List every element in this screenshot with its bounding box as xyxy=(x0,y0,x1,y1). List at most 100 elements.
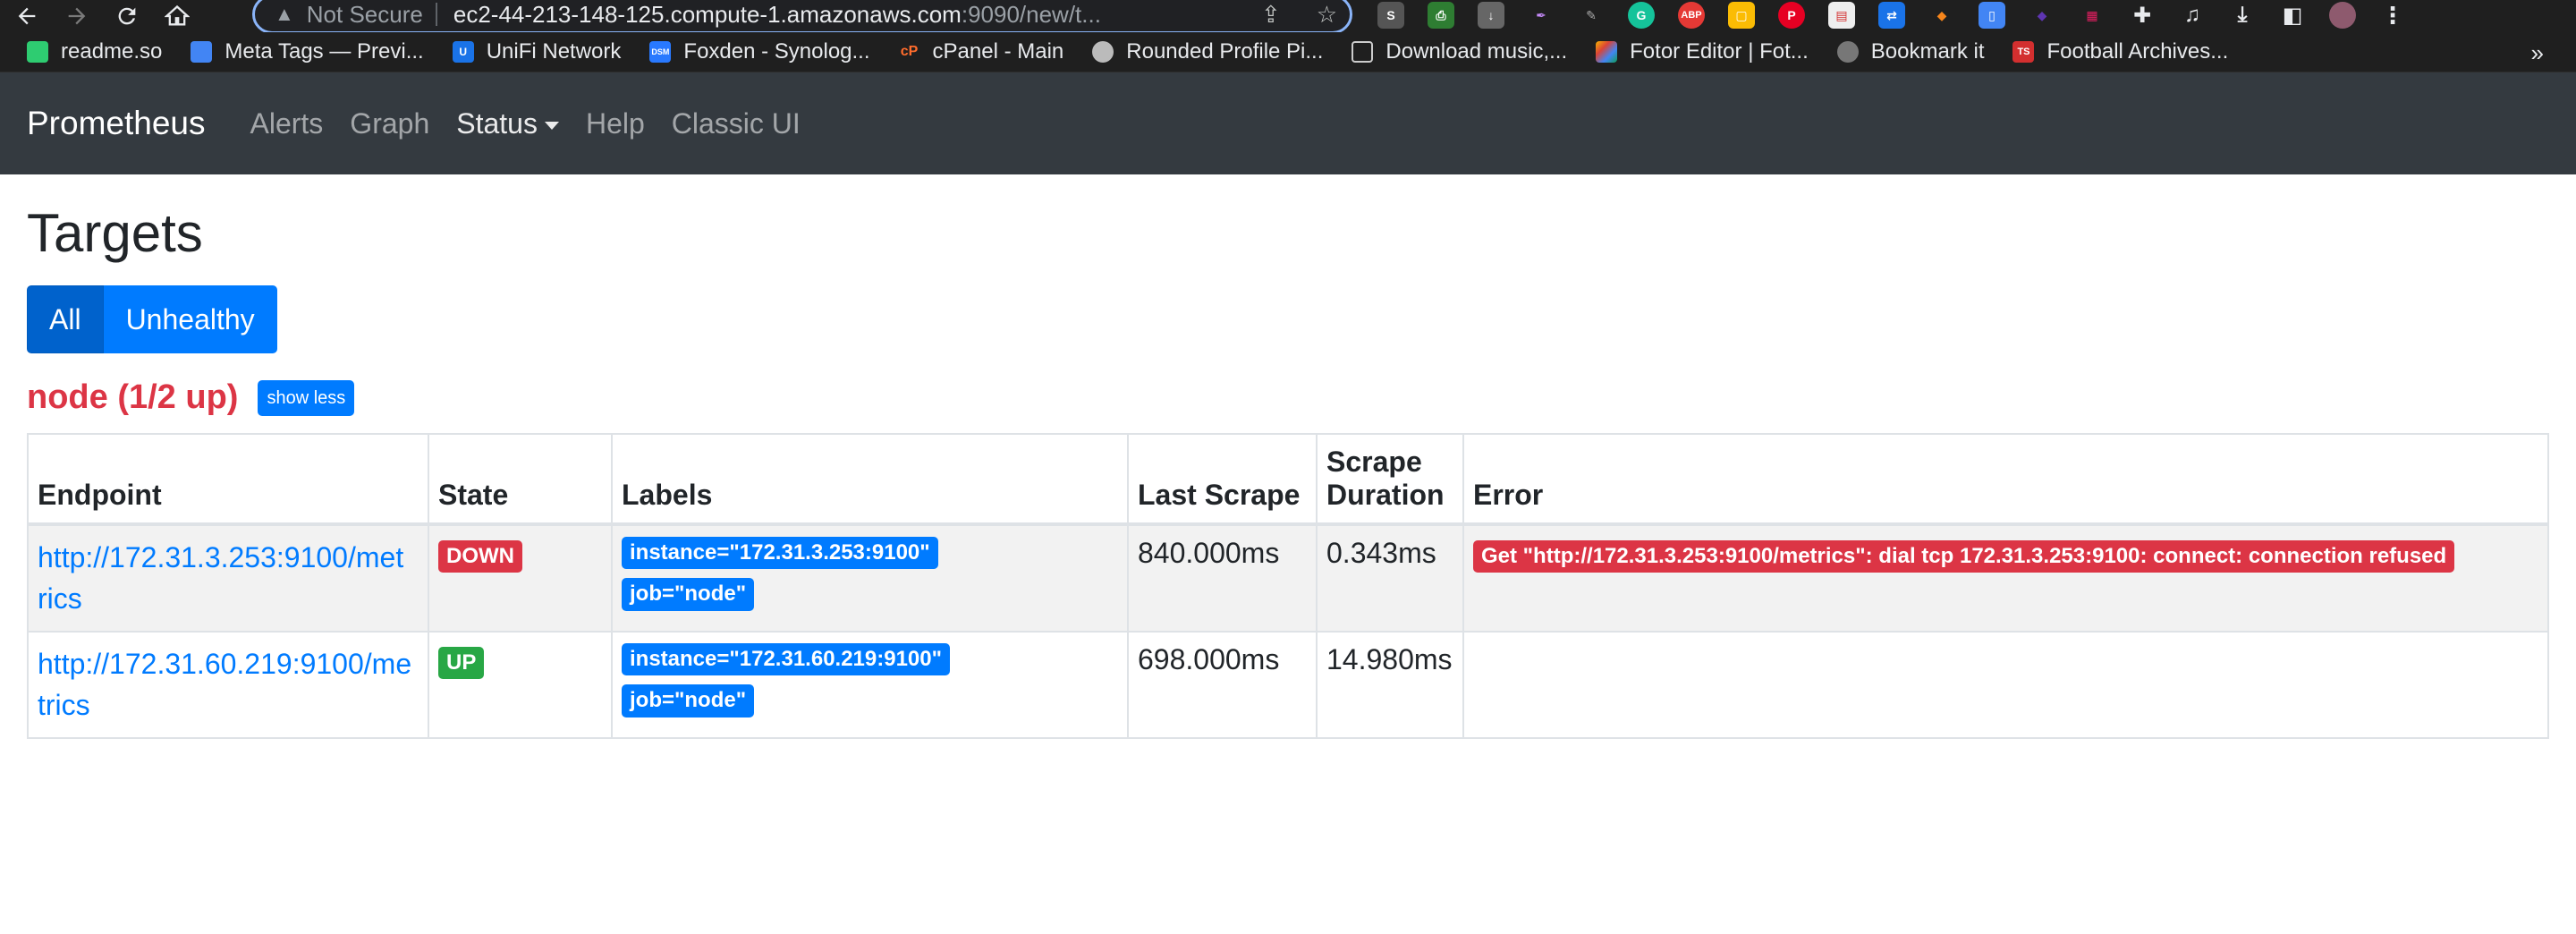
app-navbar: Prometheus Alerts Graph Status Help Clas… xyxy=(0,72,2576,174)
bookmark-icon xyxy=(1352,41,1374,63)
labels-cell: instance="172.31.60.219:9100" job="node" xyxy=(611,630,1129,739)
bookmarks-overflow-button[interactable]: » xyxy=(2531,39,2544,67)
downloads-icon[interactable]: ⤓ xyxy=(2229,2,2256,29)
bookmark-label: UniFi Network xyxy=(486,39,622,64)
pool-title[interactable]: node (1/2 up) xyxy=(27,378,238,417)
bookmark-cpanel[interactable]: cP cPanel - Main xyxy=(899,39,1064,64)
url-path: :9090/new/t... xyxy=(961,0,1101,28)
nav-status-dropdown[interactable]: Status xyxy=(456,107,559,140)
bookmark-icon xyxy=(191,41,213,63)
pool-header: node (1/2 up) show less xyxy=(27,378,2549,417)
header-scrape-duration-line1: Scrape xyxy=(1326,446,1422,478)
reload-icon[interactable] xyxy=(111,0,143,32)
address-bar[interactable]: ▲ Not Secure ec2-44-213-148-125.compute-… xyxy=(252,0,1352,34)
bookmark-label: cPanel - Main xyxy=(932,39,1064,64)
header-state: State xyxy=(428,433,613,526)
endpoint-link-part1: http://172.31.3.253:9100/met xyxy=(38,541,404,573)
error-cell: Get "http://172.31.3.253:9100/metrics": … xyxy=(1462,523,2549,633)
state-badge: UP xyxy=(438,646,485,680)
nav-alerts[interactable]: Alerts xyxy=(250,107,324,140)
bookmark-icon xyxy=(1092,41,1114,63)
extension-download-icon[interactable]: ↓ xyxy=(1478,2,1504,29)
extension-printer-icon[interactable]: ⎙ xyxy=(1428,2,1454,29)
bookmark-unifi[interactable]: U UniFi Network xyxy=(452,39,622,64)
media-icon[interactable]: ♫ xyxy=(2179,2,2206,29)
bookmark-meta-tags[interactable]: Meta Tags — Previ... xyxy=(191,39,424,64)
globe-icon xyxy=(1836,41,1859,63)
bookmark-readme[interactable]: readme.so xyxy=(27,39,162,64)
bookmark-fotor[interactable]: Fotor Editor | Fot... xyxy=(1596,39,1809,64)
avatar[interactable] xyxy=(2329,2,2356,29)
bookmark-label: readme.so xyxy=(61,39,163,64)
extensions-bar: S ⎙ ↓ ✒ ✎ G ABP ▢ P ▤ ⇄ ◆ ▯ ◆ ▦ ✚ ♫ ⤓ ◧ … xyxy=(1377,2,2406,29)
label-badge-job: job="node" xyxy=(622,578,755,611)
target-filter-group: All Unhealthy xyxy=(27,285,2549,353)
endpoint-cell: http://172.31.3.253:9100/met rics xyxy=(27,523,429,633)
adblock-icon[interactable]: ABP xyxy=(1678,2,1705,29)
browser-toolbar: ▲ Not Secure ec2-44-213-148-125.compute-… xyxy=(0,0,2576,34)
pinterest-icon[interactable]: P xyxy=(1778,2,1805,29)
nav-help[interactable]: Help xyxy=(586,107,645,140)
bookmark-icon: DSM xyxy=(649,41,672,63)
home-icon[interactable] xyxy=(161,0,193,32)
bookmark-football-archives[interactable]: TS Football Archives... xyxy=(2012,39,2228,64)
brand-link[interactable]: Prometheus xyxy=(27,105,206,142)
bookmark-rounded-profile[interactable]: Rounded Profile Pi... xyxy=(1092,39,1323,64)
nav-classic-ui[interactable]: Classic UI xyxy=(672,107,801,140)
header-scrape-duration: Scrape Duration xyxy=(1316,433,1464,526)
error-cell xyxy=(1462,630,2549,739)
bookmark-icon: U xyxy=(452,41,474,63)
filter-unhealthy-button[interactable]: Unhealthy xyxy=(103,285,277,353)
bookmark-synology[interactable]: DSM Foxden - Synolog... xyxy=(649,39,870,64)
table-row: http://172.31.3.253:9100/met rics DOWN in… xyxy=(27,523,2549,633)
extension-grid-icon[interactable]: ▦ xyxy=(2079,2,2106,29)
bookmark-download-music[interactable]: Download music,... xyxy=(1352,39,1567,64)
bookmark-label: Football Archives... xyxy=(2046,39,2229,64)
bookmark-icon: TS xyxy=(2012,41,2035,63)
grammarly-icon[interactable]: G xyxy=(1628,2,1655,29)
state-cell: UP xyxy=(428,630,613,739)
endpoint-cell: http://172.31.60.219:9100/me trics xyxy=(27,630,429,739)
bookmark-icon xyxy=(27,41,48,63)
forward-icon[interactable] xyxy=(61,0,93,32)
last-scrape-cell: 840.000ms xyxy=(1127,523,1318,633)
extension-note-icon[interactable]: ▢ xyxy=(1728,2,1755,29)
label-badge-job: job="node" xyxy=(622,684,755,717)
endpoint-link[interactable]: http://172.31.60.219:9100/me trics xyxy=(38,648,411,721)
warning-icon: ▲ xyxy=(275,3,294,25)
back-icon[interactable] xyxy=(11,0,43,32)
filter-all-button[interactable]: All xyxy=(27,285,104,353)
label-badge-instance: instance="172.31.60.219:9100" xyxy=(622,642,951,676)
state-badge: DOWN xyxy=(438,540,522,573)
state-cell: DOWN xyxy=(428,523,613,633)
star-icon[interactable]: ☆ xyxy=(1317,1,1337,29)
share-icon[interactable]: ⇪ xyxy=(1261,1,1281,29)
scrape-duration-cell: 14.980ms xyxy=(1316,630,1464,739)
nav-graph[interactable]: Graph xyxy=(350,107,429,140)
header-labels: Labels xyxy=(611,433,1129,526)
extension-doc-icon[interactable]: ▯ xyxy=(1979,2,2005,29)
extension-pen-icon[interactable]: ✎ xyxy=(1578,2,1605,29)
caret-down-icon xyxy=(544,121,559,130)
bookmark-label: Meta Tags — Previ... xyxy=(225,39,424,64)
show-less-button[interactable]: show less xyxy=(258,379,355,416)
side-panel-icon[interactable]: ◧ xyxy=(2279,2,2306,29)
extension-feather-icon[interactable]: ✒ xyxy=(1528,2,1555,29)
last-scrape-cell: 698.000ms xyxy=(1127,630,1318,739)
extension-calendar-icon[interactable]: ▤ xyxy=(1828,2,1855,29)
extension-diamond-icon[interactable]: ◆ xyxy=(2029,2,2055,29)
page-title: Targets xyxy=(27,203,203,263)
puzzle-icon[interactable]: ✚ xyxy=(2129,2,2156,29)
bookmark-label: Bookmark it xyxy=(1870,39,1985,64)
menu-icon[interactable]: ⋮ xyxy=(2379,2,2406,29)
extension-share-icon[interactable]: ⇄ xyxy=(1878,2,1905,29)
bookmark-icon: cP xyxy=(900,44,919,59)
bookmark-label: Download music,... xyxy=(1385,39,1568,64)
labels-cell: instance="172.31.3.253:9100" job="node" xyxy=(611,523,1129,633)
endpoint-link[interactable]: http://172.31.3.253:9100/met rics xyxy=(38,541,403,615)
header-scrape-duration-line2: Duration xyxy=(1326,479,1445,511)
metamask-icon[interactable]: ◆ xyxy=(1928,2,1955,29)
extension-s-icon[interactable]: S xyxy=(1377,2,1404,29)
bookmark-bookmark-it[interactable]: Bookmark it xyxy=(1836,39,1985,64)
header-endpoint: Endpoint xyxy=(27,433,429,526)
